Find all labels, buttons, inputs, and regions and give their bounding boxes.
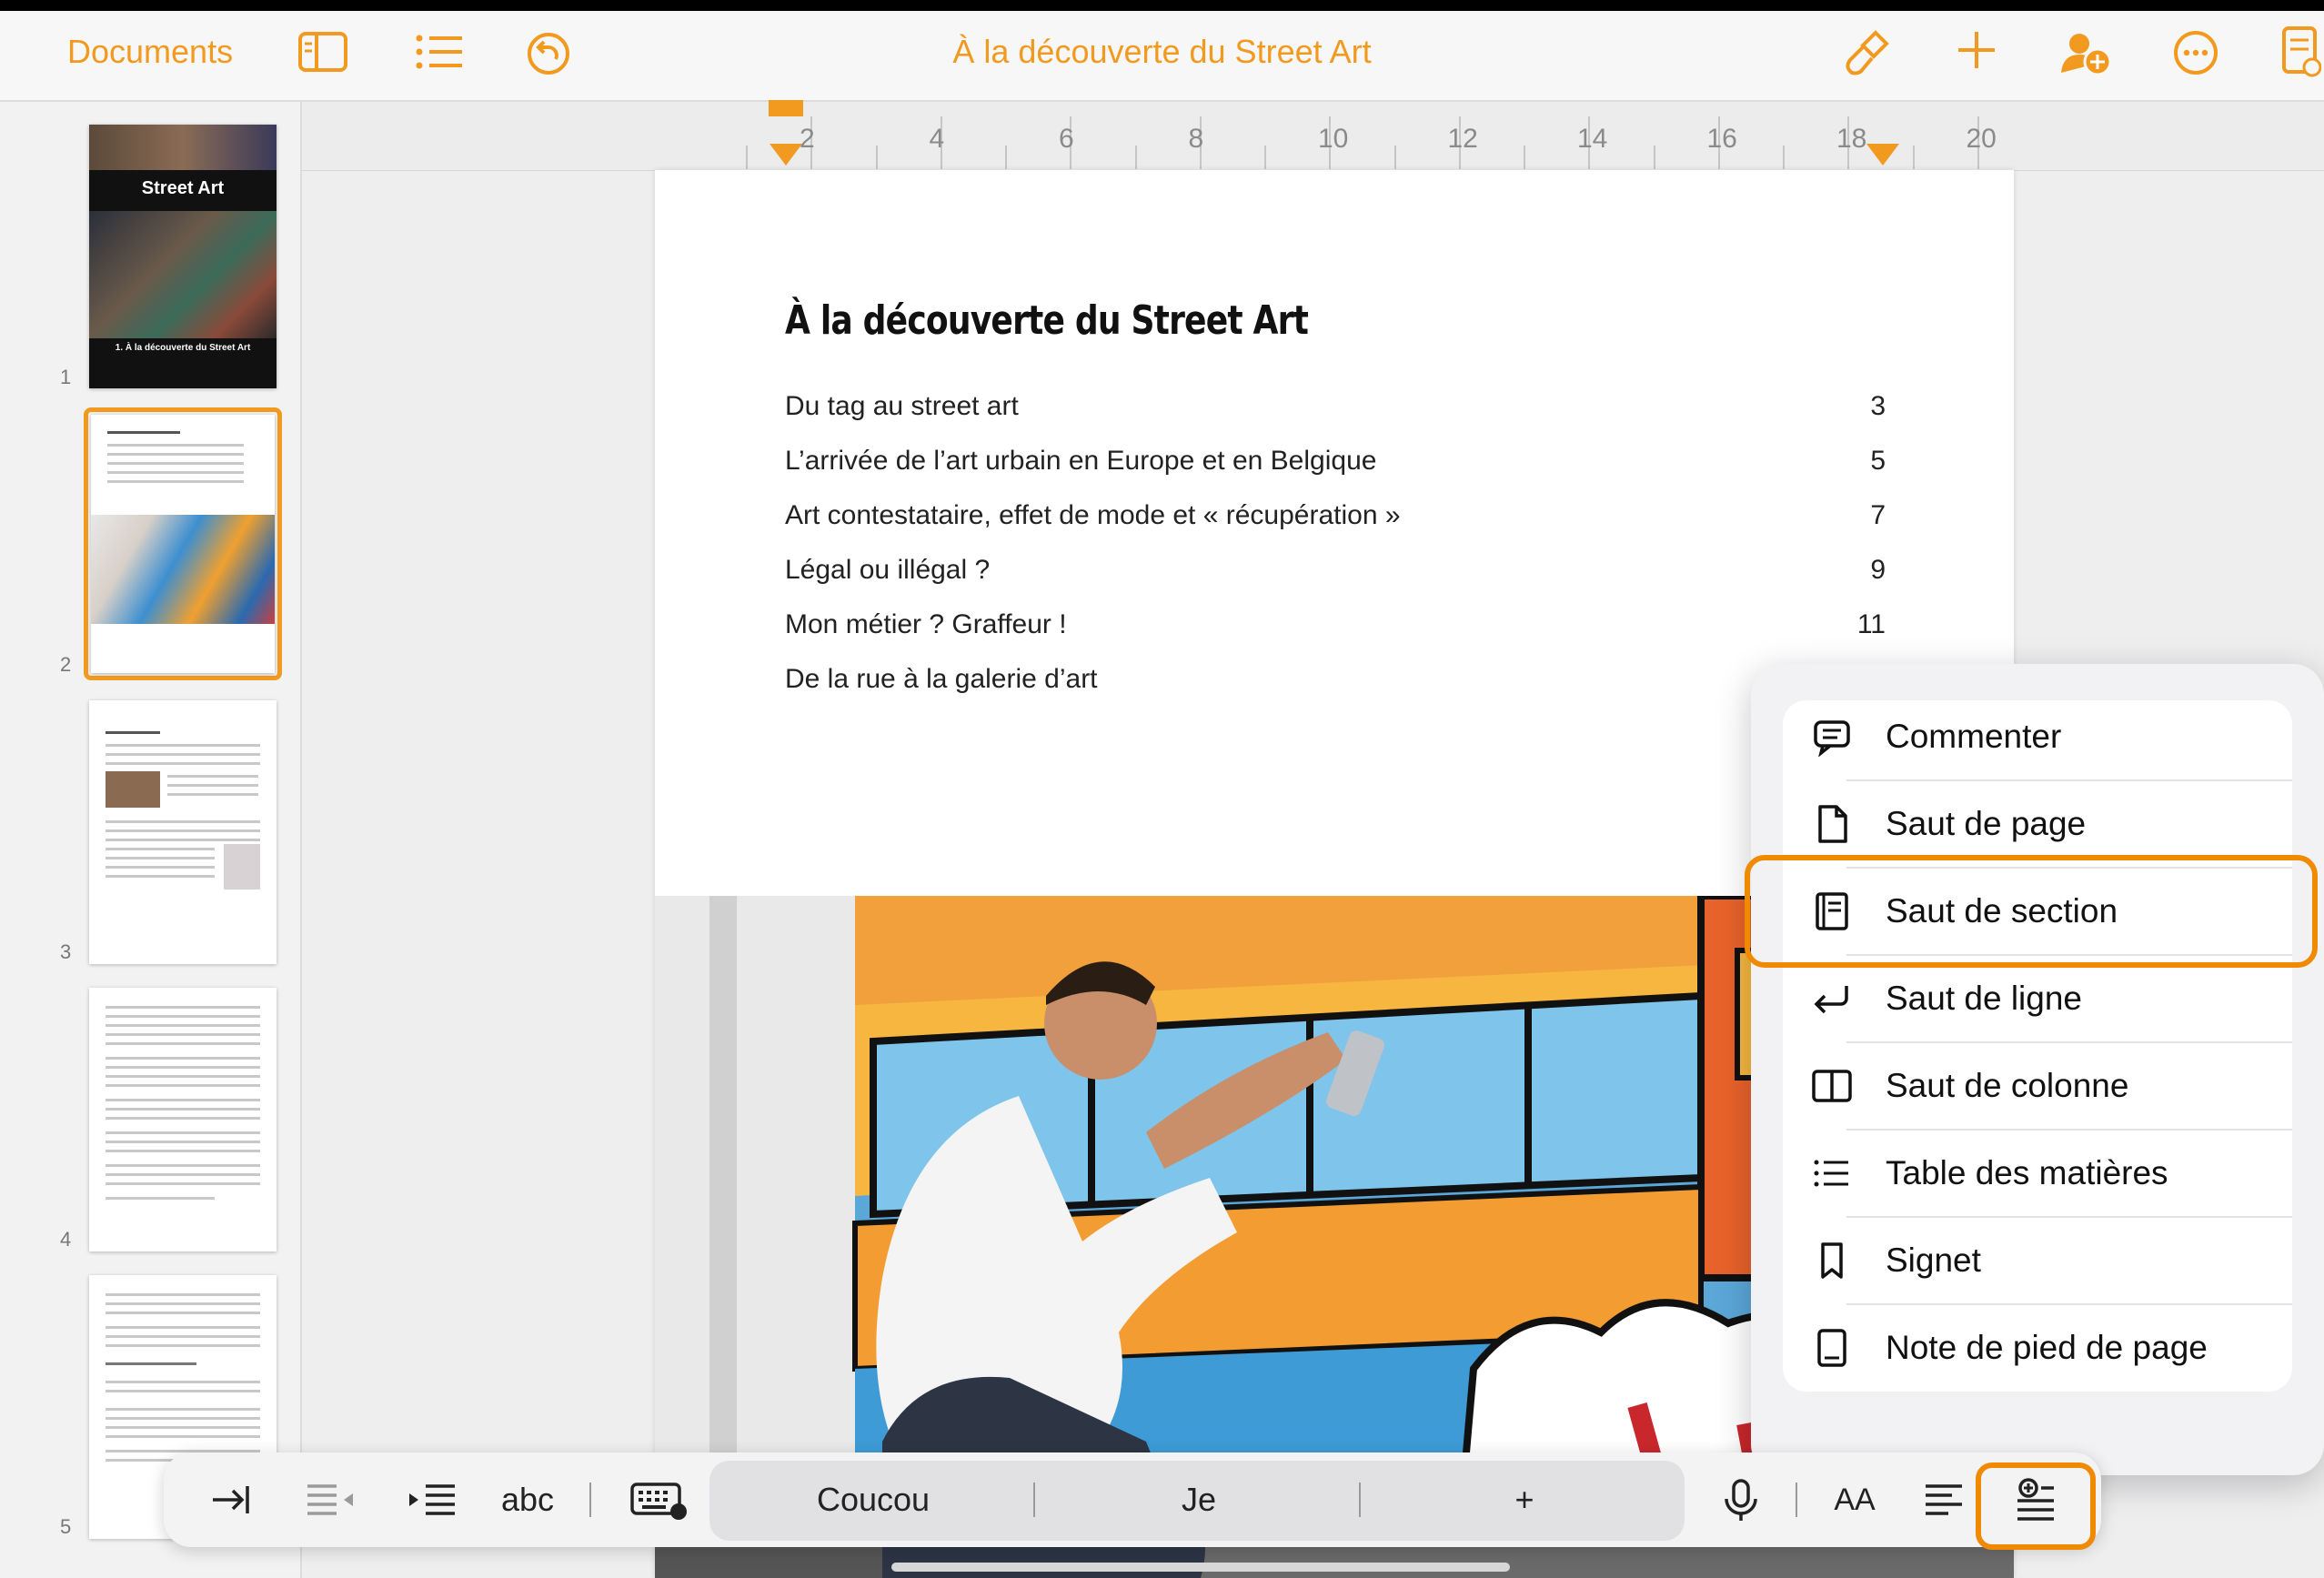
highlight-ring (1976, 1462, 2096, 1550)
menu-item-label: Signet (1886, 1241, 1981, 1279)
ruler-label: 14 (1577, 124, 1608, 154)
comment-icon (1812, 717, 1852, 758)
toc-entry[interactable]: Mon métier ? Graffeur ! 11 (785, 609, 1886, 640)
menu-item-line-break[interactable]: Saut de ligne (1783, 955, 2292, 1042)
page-number: 3 (60, 940, 72, 963)
menu-item-label: Saut de colonne (1886, 1067, 2129, 1104)
more-icon[interactable] (2172, 29, 2219, 76)
toc-entry-text: Art contestataire, effet de mode et « ré… (785, 500, 1401, 530)
menu-item-label: Saut de page (1886, 805, 2087, 842)
ruler-label: 20 (1966, 124, 1997, 154)
toc-entry[interactable]: Du tag au street art 3 (785, 391, 1886, 422)
left-indent-marker[interactable] (770, 144, 802, 166)
documents-button[interactable]: Documents (67, 33, 233, 71)
toc-entry[interactable]: Art contestataire, effet de mode et « ré… (785, 500, 1886, 531)
microphone-icon[interactable] (1721, 1477, 1761, 1524)
toc-entry-text: Mon métier ? Graffeur ! (785, 609, 1067, 639)
ruler-label: 8 (1188, 124, 1204, 154)
menu-item-label: Saut de ligne (1886, 980, 2083, 1017)
menu-item-column-break[interactable]: Saut de colonne (1783, 1042, 2292, 1130)
toc-entry[interactable]: Légal ou illégal ? 9 (785, 555, 1886, 586)
toc-entry[interactable]: L’arrivée de l’art urbain en Europe et e… (785, 446, 1886, 477)
ruler-tick (1264, 146, 1266, 169)
toc-entry-page: 9 (1870, 555, 1886, 585)
document-options-icon[interactable] (2281, 25, 2321, 78)
add-icon[interactable] (1956, 29, 1997, 71)
toc-entry-text: Du tag au street art (785, 391, 1019, 421)
menu-item-footnote[interactable]: Note de pied de page (1783, 1304, 2292, 1392)
return-icon (1812, 979, 1852, 1019)
tab-indent-icon[interactable] (207, 1479, 253, 1521)
bookmark-icon (1812, 1241, 1852, 1281)
ruler-label: 18 (1836, 124, 1867, 154)
menu-item-bookmark[interactable]: Signet (1783, 1217, 2292, 1304)
outline-list-icon[interactable] (415, 33, 464, 71)
menu-item-label: Commenter (1886, 718, 2062, 755)
ruler-label: 16 (1706, 124, 1737, 154)
ruler-tick (1912, 146, 1915, 169)
page-thumbnail[interactable] (89, 988, 277, 1251)
align-left-icon[interactable] (1923, 1481, 1965, 1519)
page-number: 5 (60, 1515, 72, 1538)
ruler-tick (746, 146, 748, 169)
cover-subtitle: 1. À la découverte du Street Art (115, 343, 251, 353)
ruler-label: 6 (1059, 124, 1074, 154)
ruler-tick (1524, 146, 1525, 169)
ruler-label: 10 (1318, 124, 1349, 154)
ruler-tick (1005, 146, 1007, 169)
first-line-indent-marker[interactable] (769, 100, 803, 116)
menu-item-label: Table des matières (1886, 1154, 2168, 1191)
footnote-icon (1812, 1328, 1852, 1368)
ruler-label: 12 (1447, 124, 1478, 154)
toc-entry-page: 3 (1870, 391, 1886, 421)
ruler-tick (1783, 146, 1785, 169)
cover-photo (89, 211, 277, 338)
keyboard-dismiss-icon[interactable] (629, 1479, 689, 1521)
document-heading[interactable]: À la découverte du Street Art (785, 297, 1309, 344)
columns-icon (1812, 1066, 1852, 1106)
toc-entry[interactable]: De la rue à la galerie d’art (785, 664, 1886, 695)
toc-entry-page: 7 (1870, 500, 1886, 530)
paintbrush-icon[interactable] (1841, 27, 1892, 78)
status-strip (0, 0, 2324, 11)
page-number: 4 (60, 1228, 72, 1251)
ruler-tick (1134, 146, 1137, 169)
home-indicator (891, 1563, 1510, 1572)
sidebar-toggle-icon[interactable] (298, 31, 347, 73)
ruler-tick (1393, 146, 1396, 169)
spelling-button[interactable]: abc (489, 1481, 566, 1519)
suggestion-2[interactable]: Je (1108, 1481, 1290, 1519)
ruler-tick (1653, 146, 1655, 169)
ruler-tick (875, 146, 878, 169)
toc-entry-text: Légal ou illégal ? (785, 555, 991, 585)
decrease-indent-icon[interactable] (304, 1481, 357, 1519)
toc-entry-text: De la rue à la galerie d’art (785, 664, 1098, 694)
ruler-label: 4 (929, 124, 945, 154)
menu-item-table-of-contents[interactable]: Table des matières (1783, 1130, 2292, 1217)
thumbnail-photo (91, 515, 275, 624)
page-number: 1 (60, 366, 72, 388)
menu-item-label: Note de pied de page (1886, 1329, 2208, 1366)
toc-entry-page: 11 (1856, 609, 1886, 639)
undo-icon[interactable] (526, 31, 571, 76)
text-size-button[interactable]: AA (1823, 1483, 1886, 1518)
page-thumbnail[interactable] (89, 700, 277, 964)
menu-item-comment[interactable]: Commenter (1783, 693, 2292, 780)
toc-entry-text: L’arrivée de l’art urbain en Europe et e… (785, 446, 1377, 476)
toc-entry-page: 5 (1870, 446, 1886, 476)
suggestion-1[interactable]: Coucou (782, 1481, 964, 1519)
list-icon (1812, 1153, 1852, 1193)
collaborate-icon[interactable] (2057, 27, 2112, 78)
increase-indent-icon[interactable] (406, 1481, 458, 1519)
highlight-ring (1745, 855, 2318, 968)
suggestion-3[interactable]: + (1434, 1481, 1615, 1519)
ruler[interactable] (302, 102, 2324, 171)
right-indent-marker[interactable] (1866, 144, 1899, 166)
page-number: 2 (60, 653, 72, 676)
cover-photo-top (89, 125, 277, 170)
page-icon (1812, 804, 1852, 844)
page-thumbnail[interactable]: Street Art 1. À la découverte du Street … (89, 125, 277, 388)
cover-title: Street Art (141, 178, 225, 198)
page-thumbnail-selected[interactable] (91, 415, 275, 673)
